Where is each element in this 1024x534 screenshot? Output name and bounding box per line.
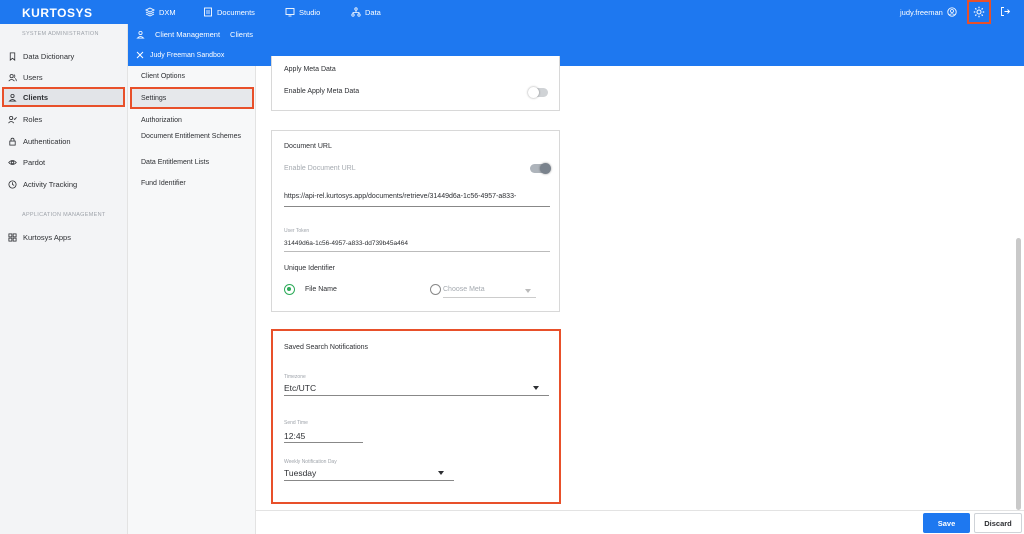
sidebar-item-clients[interactable]: Clients xyxy=(2,87,125,107)
section-application-management: APPLICATION MANAGEMENT xyxy=(22,212,106,218)
users-icon xyxy=(8,73,17,81)
sidebar-item-label: Pardot xyxy=(23,157,46,167)
field-underline xyxy=(443,297,536,298)
nav-data-label: Data xyxy=(365,7,381,17)
save-button[interactable]: Save xyxy=(923,513,970,533)
subnav-fund-identifier[interactable]: Fund Identifier xyxy=(141,179,251,188)
breadcrumb-parent[interactable]: Client Management xyxy=(155,30,220,39)
sidebar-item-authentication[interactable]: Authentication xyxy=(8,131,126,151)
subnav-document-entitlement-schemes[interactable]: Document Entitlement Schemes xyxy=(141,132,251,141)
kurtosys-logo[interactable]: KURTOSYS xyxy=(22,6,92,20)
subnav-client-options[interactable]: Client Options xyxy=(141,72,251,81)
field-underline xyxy=(284,251,550,252)
field-underline xyxy=(284,206,550,207)
sandbox-header: Judy Freeman Sandbox xyxy=(128,44,256,66)
scrollbar-thumb[interactable] xyxy=(1016,238,1021,510)
sidebar-item-data-dictionary[interactable]: Data Dictionary xyxy=(8,46,126,66)
sidebar-item-label: Roles xyxy=(23,114,43,124)
document-icon xyxy=(204,7,212,17)
nav-dxm-label: DXM xyxy=(159,7,176,17)
nav-dxm[interactable]: DXM xyxy=(145,7,176,17)
section-system-administration: SYSTEM ADMINISTRATION xyxy=(22,31,99,37)
apply-meta-data-toggle[interactable] xyxy=(528,87,548,98)
card-title: Apply Meta Data xyxy=(284,66,336,73)
discard-button[interactable]: Discard xyxy=(974,513,1022,533)
sidebar-item-label: Kurtosys Apps xyxy=(23,232,71,242)
user-icon xyxy=(8,93,17,102)
sidebar-item-label: Authentication xyxy=(23,136,71,146)
lock-icon xyxy=(9,137,16,146)
sidebar-item-users[interactable]: Users xyxy=(8,67,126,87)
card-title: Document URL xyxy=(284,143,332,150)
subnav-settings[interactable]: Settings xyxy=(130,87,254,109)
nav-documents-label: Documents xyxy=(217,7,255,17)
choose-meta-radio[interactable] xyxy=(430,284,441,295)
sidebar-item-label: Activity Tracking xyxy=(23,179,78,189)
file-name-radio-label: File Name xyxy=(305,286,337,293)
username: judy.freeman xyxy=(900,7,943,17)
highlight-box xyxy=(271,329,561,504)
chevron-down-icon xyxy=(525,289,531,293)
sidebar-item-label: Data Dictionary xyxy=(23,51,75,61)
nav-studio-label: Studio xyxy=(299,7,321,17)
sidebar-item-label: Clients xyxy=(23,92,49,102)
admin-sidebar: SYSTEM ADMINISTRATION Data Dictionary Us… xyxy=(0,24,128,534)
eye-icon xyxy=(8,159,17,165)
bookmark-icon xyxy=(9,51,16,61)
nav-documents[interactable]: Documents xyxy=(203,7,255,17)
document-url-field[interactable]: https://api-rel.kurtosys.app/documents/r… xyxy=(284,193,516,200)
breadcrumb: Client Management Clients xyxy=(128,24,1024,44)
user-icon xyxy=(136,30,145,39)
user-token-label: User Token xyxy=(284,228,310,234)
grid-icon xyxy=(8,232,17,242)
gear-icon xyxy=(973,6,985,18)
sidebar-item-kurtosys-apps[interactable]: Kurtosys Apps xyxy=(8,227,126,247)
nav-studio[interactable]: Studio xyxy=(285,7,320,17)
client-settings-nav: Client Options Settings Authorization Do… xyxy=(128,66,256,534)
studio-icon xyxy=(285,8,295,17)
clock-icon xyxy=(8,179,17,189)
toggle-label: Enable Document URL xyxy=(284,165,356,172)
user-token-field[interactable]: 31449d6a-1c56-4957-a833-dd739b45a464 xyxy=(284,240,408,247)
layers-icon xyxy=(145,7,155,17)
account-icon xyxy=(947,7,957,17)
toggle-label: Enable Apply Meta Data xyxy=(284,88,360,95)
sidebar-item-label: Users xyxy=(23,72,43,82)
apply-meta-data-card: Apply Meta Data Enable Apply Meta Data xyxy=(271,56,560,111)
logout-icon xyxy=(1001,7,1011,16)
top-navigation-bar: KURTOSYS DXM Documents Studio Data judy.… xyxy=(0,0,1024,24)
data-icon xyxy=(351,7,361,17)
choose-meta-select[interactable]: Choose Meta xyxy=(443,286,485,293)
sidebar-item-pardot[interactable]: Pardot xyxy=(8,152,126,172)
breadcrumb-current[interactable]: Clients xyxy=(230,30,253,39)
file-name-radio[interactable] xyxy=(284,284,295,295)
sandbox-title: Judy Freeman Sandbox xyxy=(150,51,225,59)
subnav-data-entitlement-lists[interactable]: Data Entitlement Lists xyxy=(141,158,251,167)
close-icon[interactable] xyxy=(136,51,144,59)
roles-icon xyxy=(8,115,17,123)
subnav-authorization[interactable]: Authorization xyxy=(141,116,251,125)
footer-bar xyxy=(256,510,1024,534)
nav-data[interactable]: Data xyxy=(351,7,381,17)
sidebar-item-roles[interactable]: Roles xyxy=(8,109,126,129)
document-url-card: Document URL Enable Document URL https:/… xyxy=(271,130,560,312)
unique-identifier-label: Unique Identifier xyxy=(284,265,335,272)
settings-button[interactable] xyxy=(967,0,991,24)
sidebar-item-activity-tracking[interactable]: Activity Tracking xyxy=(8,174,126,194)
enable-document-url-toggle[interactable] xyxy=(530,163,551,174)
user-menu[interactable]: judy.freeman xyxy=(900,7,957,17)
logout-button[interactable] xyxy=(1000,6,1011,19)
